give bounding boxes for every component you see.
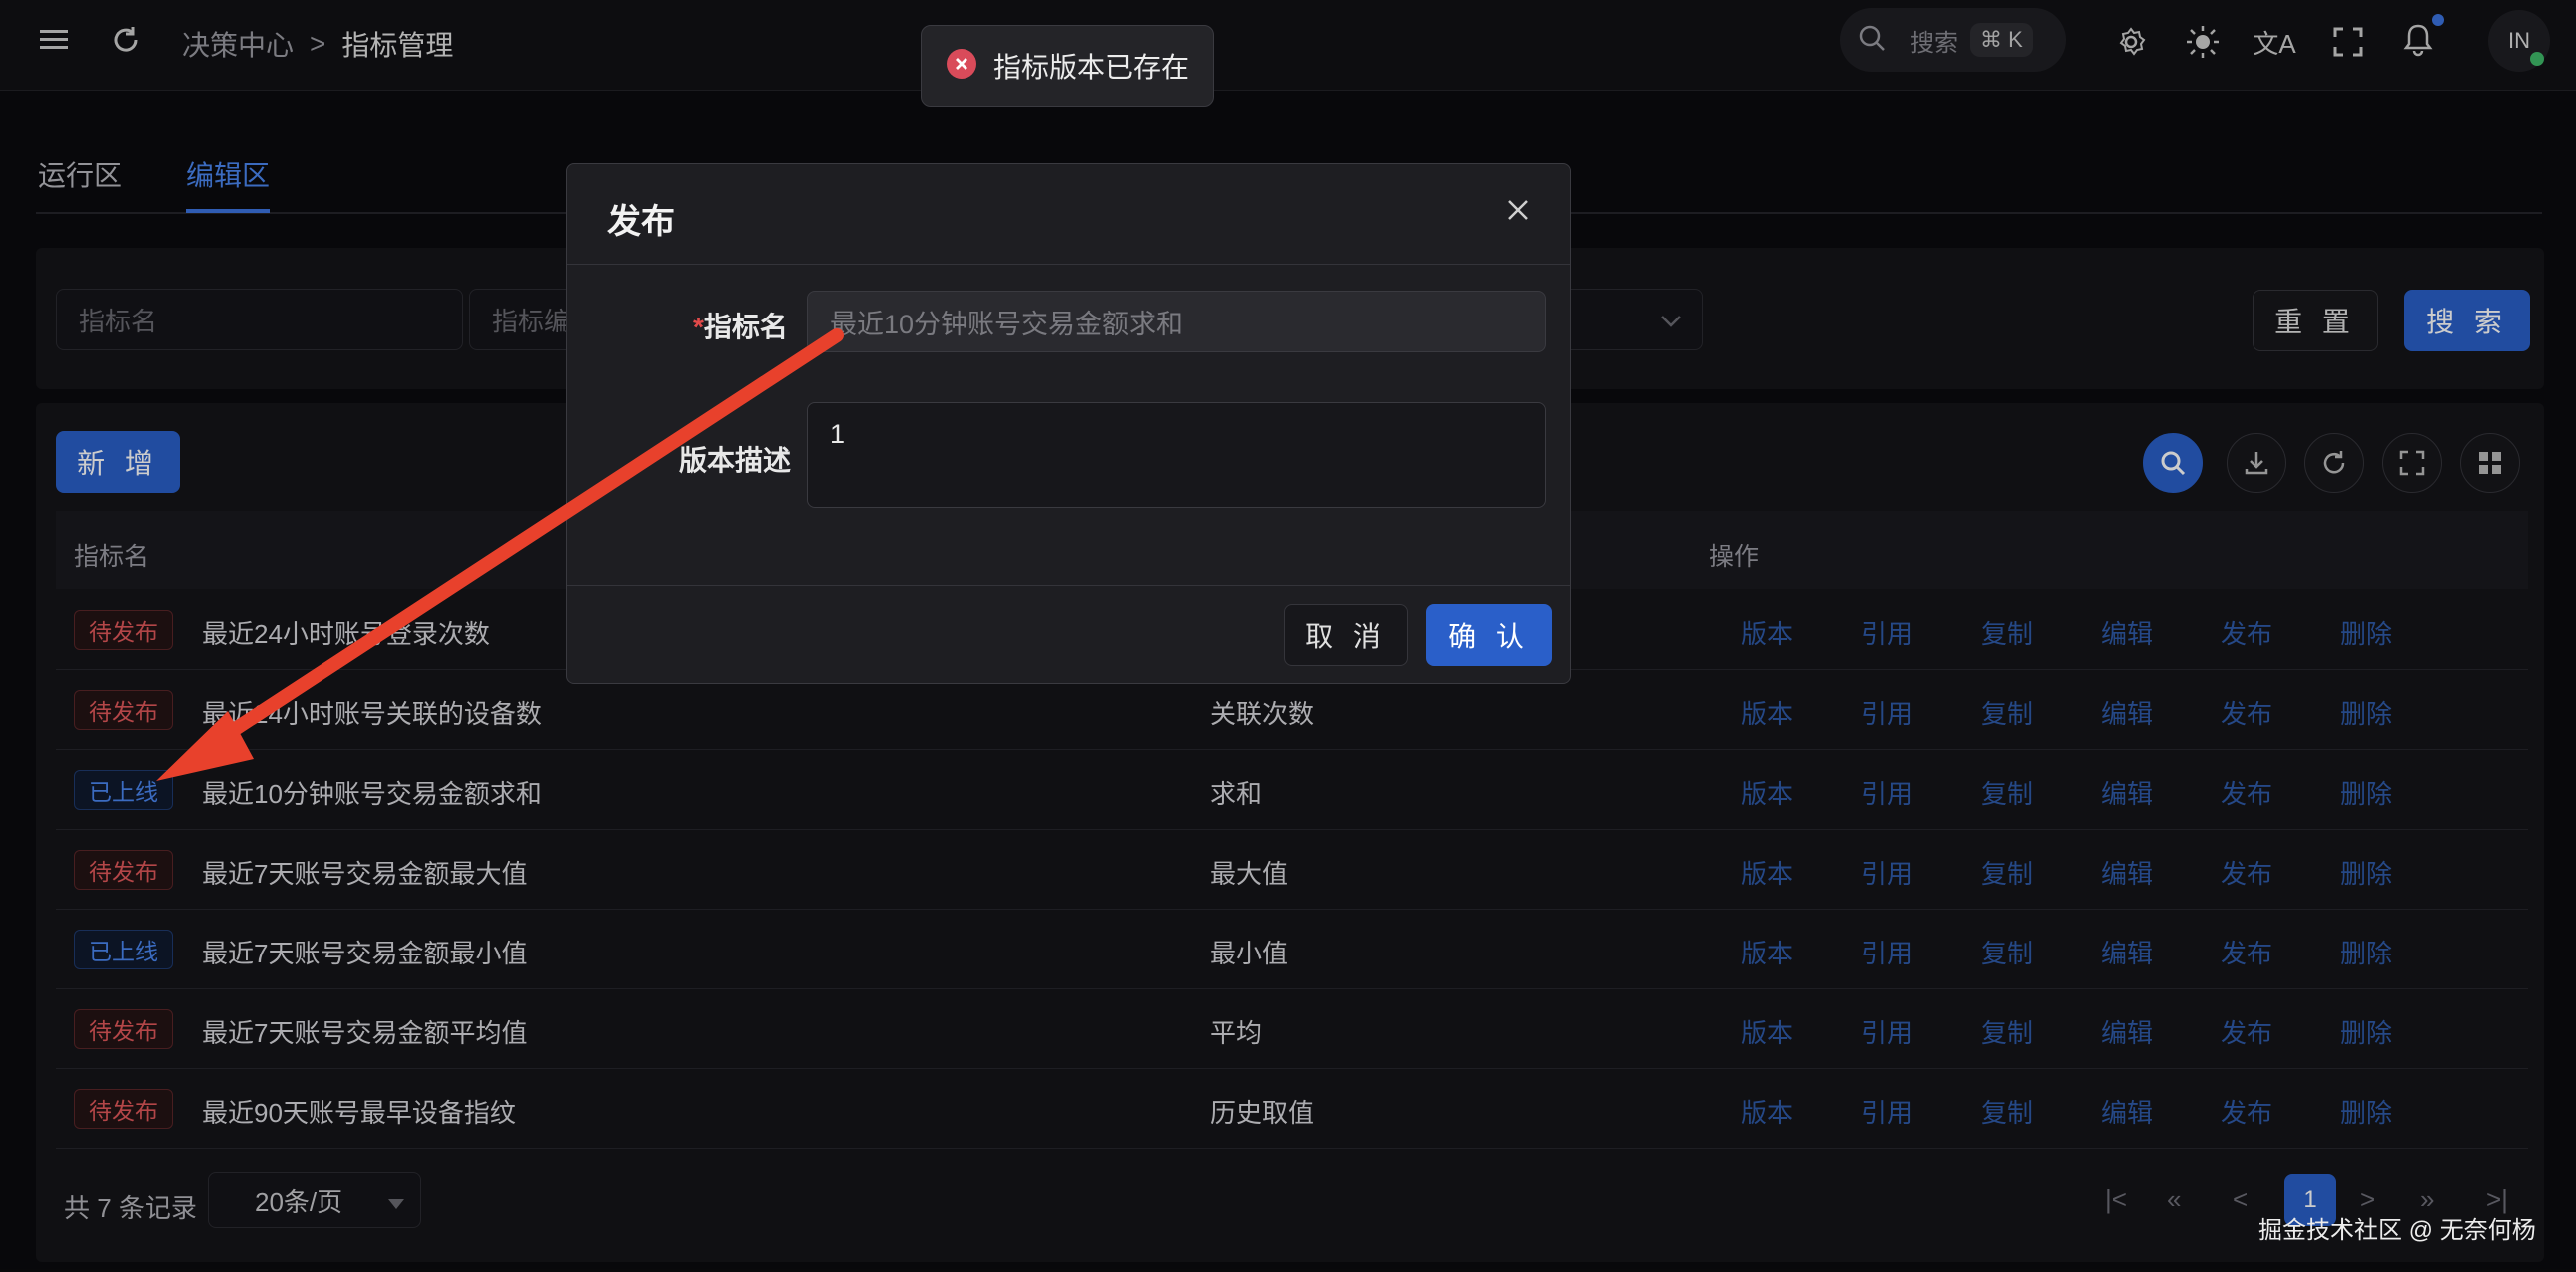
watermark: 掘金技术社区 @ 无奈何杨 <box>2258 1217 2536 1244</box>
annotation-arrow <box>156 328 844 781</box>
